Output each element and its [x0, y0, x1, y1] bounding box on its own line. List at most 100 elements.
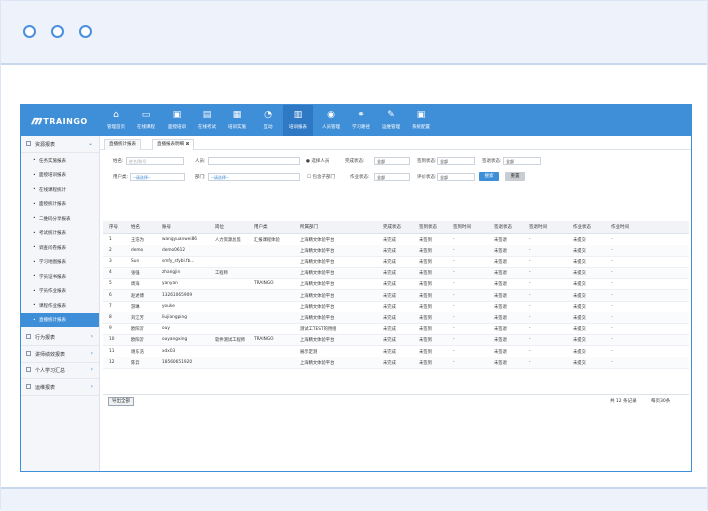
nav-item[interactable]: ▭ 在线课程	[131, 105, 161, 136]
page-size-select[interactable]: 每页30条	[651, 398, 670, 404]
nav-item[interactable]: ▦ 培训实施	[222, 105, 252, 136]
finish-status-select[interactable]: 全部	[374, 157, 410, 165]
table-cell: -	[529, 359, 531, 365]
table-row[interactable]: 6 赵述博 13261065909 上海精文体验平台 未完成 未签到 - 未签退 - 未提交 -	[103, 290, 689, 302]
table-cell: 未签退	[494, 237, 507, 243]
window-dot-icon[interactable]	[79, 25, 92, 38]
table-row[interactable]: 2 demo demo0612 上海精文体验平台 未完成 未签到 - 未签退 - 未提交 -	[103, 245, 689, 257]
table-footer: 导出全部 共 12 条记录 每页30条	[103, 394, 689, 407]
reset-button[interactable]: 重置	[505, 172, 525, 181]
table-cell: -	[453, 337, 455, 343]
sidebar-item[interactable]: • 二维码分享报表	[21, 211, 99, 225]
sidebar-item[interactable]: • 学习地图报表	[21, 255, 99, 269]
table-cell: -	[611, 359, 613, 365]
include-child-checkbox[interactable]: ☐ 包含子部门	[307, 174, 335, 180]
path-icon: ⚭	[357, 110, 365, 120]
table-row[interactable]: 1 王浩为 wangyuanwei86 人力资源总监 汇报课程体验 上海精文体验平台 未完成…	[103, 234, 689, 246]
table-cell: 未签退	[494, 259, 507, 265]
sidebar-item[interactable]: • 考试统计报表	[21, 226, 99, 240]
user-class-select[interactable]: --请选择--	[130, 173, 185, 181]
column-header: 账号	[162, 225, 171, 230]
sidebar-item[interactable]: • 课程作业报表	[21, 298, 99, 312]
sidebar-item[interactable]: • 学员作业报表	[21, 284, 99, 298]
nav-item[interactable]: ▥ 培训报表	[283, 105, 313, 136]
nav-item[interactable]: ▣ 系统配置	[406, 105, 436, 136]
select-person-button[interactable]: ● 选择人员	[306, 158, 329, 164]
table-row[interactable]: 7 游琳 youke 上海精文体验平台 未完成 未签到 - 未签退 - 未提交 -	[103, 301, 689, 313]
table-row[interactable]: 10 欧阳沂 ouyangxing 软件测试工程师 TRAINGO 上海精文体验平台 未完成…	[103, 334, 689, 347]
table-cell: 未完成	[383, 282, 396, 288]
table-row[interactable]: 8 刘江芳 liujiangping 上海精文体验平台 未完成 未签到 - 未签退 - 未提交 -	[103, 312, 689, 324]
dept-select[interactable]: --请选择--	[208, 173, 300, 181]
sidebar-item[interactable]: • 直播统计报表	[21, 312, 99, 327]
eval-status-select[interactable]: 全部	[437, 173, 475, 181]
column-header[interactable]: 作业时间	[611, 224, 629, 230]
chevron-down-icon: ⌄	[87, 140, 93, 147]
nav-item[interactable]: ⌂ 管理首页	[101, 105, 131, 136]
sidebar-item[interactable]: • 任务实施报表	[21, 153, 99, 167]
table-cell: 未提交	[573, 304, 586, 310]
table-cell: -	[453, 236, 455, 242]
sidebar-group-label: 行为报表	[35, 335, 56, 341]
table-cell: 未签到	[419, 360, 432, 366]
nav-item[interactable]: ▤ 在线考试	[192, 105, 222, 136]
sidebar-item[interactable]: • 学员证书报表	[21, 269, 99, 283]
table-cell: -	[529, 270, 531, 276]
column-header[interactable]: 完成状态	[383, 224, 401, 230]
sidebar-item-label: 直播统计报表	[39, 318, 66, 323]
column-header[interactable]: 签到时间	[453, 224, 471, 230]
sidebar-item[interactable]: • 面授统计报表	[21, 197, 99, 211]
sidebar-group-resource[interactable]: 资源报表 ⌄	[21, 136, 99, 153]
table-cell: -	[453, 270, 455, 276]
table-cell: 未完成	[383, 349, 396, 355]
table-row[interactable]: 12 陈云 18560651920 上海精文体验平台 未完成 未签到 - 未签退 - 未提交 -	[103, 357, 689, 369]
sidebar-item[interactable]: • 调查问卷报表	[21, 240, 99, 254]
projector-icon: ▣	[172, 110, 182, 120]
nav-item[interactable]: ▣ 面授培训	[162, 105, 192, 136]
table-cell: TRAINGO	[254, 281, 274, 287]
table-row[interactable]: 3 Sun smfy_sfybl.fb... 上海精文体验平台 未完成 未签到 - 未签退 - 未…	[103, 256, 689, 268]
nav-item-label: 在线课程	[137, 125, 155, 130]
table-row[interactable]: 5 周海 yanyan TRAINGO 上海精文体验平台 未完成 未签到 - 未签退 - 未提交 -	[103, 279, 689, 291]
window-chrome	[1, 1, 707, 65]
tab-live-detail[interactable]: 直播报表明细 ⊠	[152, 139, 195, 150]
sidebar-group[interactable]: 讲师绩效报表 ›	[21, 346, 99, 363]
table-cell: 未签到	[419, 271, 432, 277]
table-row[interactable]: 4 张强 zhangjin 工程师 上海精文体验平台 未完成 未签到 - 未签退 - 未提交 -	[103, 267, 689, 280]
user-icon: ◉	[327, 110, 335, 120]
table-cell: 未提交	[573, 338, 586, 344]
sidebar-group[interactable]: 行为报表 ›	[21, 329, 99, 346]
column-header[interactable]: 作业状态	[573, 224, 591, 230]
sidebar-group[interactable]: 个人学习汇总 ›	[21, 362, 99, 379]
nav-item-label: 系统配置	[412, 125, 430, 130]
table-row[interactable]: 11 谢东浩 xdx03 展示定测 未完成 未签到 - 未签退 - 未提交 -	[103, 346, 689, 358]
visit-status-select[interactable]: 全部	[437, 157, 475, 165]
table-cell: 上海精文体验平台	[300, 282, 335, 288]
nav-item[interactable]: ◔ 互动	[253, 105, 283, 136]
nav-item[interactable]: ⚭ 学习路径	[346, 105, 376, 136]
name-input[interactable]: 姓名/账号	[126, 157, 184, 165]
column-header[interactable]: 签退时间	[529, 224, 547, 230]
close-icon[interactable]: ⊠	[185, 142, 189, 147]
table-cell: 上海精文体验平台	[300, 360, 335, 366]
sidebar-item[interactable]: • 在线课程统计	[21, 182, 99, 196]
window-dot-icon[interactable]	[23, 25, 36, 38]
tab-live-stats[interactable]: 直播统计报表	[104, 139, 141, 150]
sidebar-item[interactable]: • 面授培训报表	[21, 168, 99, 182]
checkout-status-select[interactable]: 全部	[503, 157, 541, 165]
export-all-button[interactable]: 导出全部	[108, 397, 134, 406]
nav-item[interactable]: ✎ 运维管理	[376, 105, 406, 136]
column-header[interactable]: 签退状态	[494, 224, 512, 230]
column-header[interactable]: 签到状态	[419, 224, 437, 230]
window-dot-icon[interactable]	[51, 25, 64, 38]
table-cell: zhangjin	[162, 270, 181, 276]
table-cell: demo	[131, 247, 144, 253]
brand-logo[interactable]: 𝒎 TRAINGO	[31, 114, 88, 128]
nav-item[interactable]: ◉ 人员管理	[316, 105, 346, 136]
person-input[interactable]	[208, 157, 300, 165]
homework-status-select[interactable]: 全部	[374, 173, 410, 181]
search-button[interactable]: 搜索	[479, 172, 499, 181]
table-row[interactable]: 9 欧阳沂 ouy 测试工TEST的用组 未完成 未签到 - 未签退 - 未提交 -	[103, 324, 689, 336]
sidebar: 资源报表 ⌄ • 任务实施报表 • 面授培训报表 • 在线课程统计 • 面授统计报表 • 二维码分…	[21, 136, 100, 471]
sidebar-group[interactable]: 运维报表 ›	[21, 379, 99, 396]
